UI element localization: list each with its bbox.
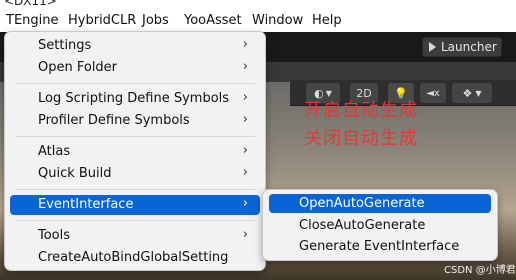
chevron-down-icon: ▼ [475, 88, 482, 98]
submenu-item-open-auto-generate[interactable]: OpenAutoGenerate [269, 194, 491, 213]
submenu-item-generate-eventinterface[interactable]: Generate EventInterface [269, 237, 491, 256]
menu-separator [15, 220, 255, 221]
menu-item-settings[interactable]: Settings › [10, 36, 260, 56]
layers-icon: ❖ [462, 86, 473, 100]
menu-item-log-scripting-define-symbols[interactable]: Log Scripting Define Symbols › [10, 89, 260, 109]
chevron-right-icon: › [242, 59, 248, 74]
effects-toggle-button[interactable]: ❖ ▼ [452, 83, 492, 103]
window-title-strip: <DX11> [0, 0, 516, 10]
menu-separator [15, 136, 255, 137]
menu-item-label: Open Folder [38, 60, 118, 75]
menu-item-quick-build[interactable]: Quick Build › [10, 164, 260, 184]
menubar-item-window[interactable]: Window [252, 13, 303, 28]
menu-bar: TEngine HybridCLR Jobs YooAsset Window H… [0, 10, 516, 32]
menu-item-label: Quick Build [38, 166, 112, 181]
play-icon [429, 42, 436, 52]
submenu-item-label: OpenAutoGenerate [299, 196, 425, 211]
menu-item-label: Profiler Define Symbols [38, 113, 190, 128]
menubar-item-hybridclr[interactable]: HybridCLR [68, 13, 136, 28]
menu-item-tools[interactable]: Tools › [10, 226, 260, 246]
menu-item-atlas[interactable]: Atlas › [10, 142, 260, 162]
menu-item-profiler-define-symbols[interactable]: Profiler Define Symbols › [10, 111, 260, 131]
submenu-item-label: CloseAutoGenerate [299, 218, 426, 233]
annotation-disable-autogen: 关闭自动生成 [304, 128, 418, 149]
annotation-enable-autogen: 开启自动生成 [304, 100, 418, 121]
chevron-right-icon: › [242, 165, 248, 180]
menu-item-label: CreateAutoBindGlobalSetting [38, 250, 229, 265]
menubar-item-tengine[interactable]: TEngine [6, 13, 59, 28]
chevron-right-icon: › [242, 112, 248, 127]
menu-separator [15, 189, 255, 190]
menu-item-create-autobind-global-setting[interactable]: CreateAutoBindGlobalSetting [10, 248, 260, 268]
audio-muted-icon: ◄x [426, 87, 440, 99]
chevron-right-icon: › [242, 196, 248, 211]
menubar-item-yooasset[interactable]: YooAsset [184, 13, 242, 28]
watermark-text: CSDN @小博君 [444, 265, 516, 276]
chevron-right-icon: › [242, 37, 248, 52]
chevron-right-icon: › [242, 90, 248, 105]
tengine-dropdown-menu: Settings › Open Folder › Log Scripting D… [4, 31, 266, 271]
menu-item-label: Atlas [38, 144, 71, 159]
eventinterface-submenu: OpenAutoGenerate CloseAutoGenerate Gener… [262, 189, 498, 261]
menu-item-label: EventInterface [38, 197, 134, 212]
submenu-item-label: Generate EventInterface [299, 239, 460, 254]
menu-item-label: Tools [38, 228, 71, 243]
menubar-item-help[interactable]: Help [312, 13, 342, 28]
menubar-item-jobs[interactable]: Jobs [142, 13, 169, 28]
submenu-item-close-auto-generate[interactable]: CloseAutoGenerate [269, 216, 491, 235]
window-title-text: <DX11> [4, 0, 57, 8]
menu-item-label: Log Scripting Define Symbols [38, 91, 230, 106]
chevron-right-icon: › [242, 143, 248, 158]
launcher-label: Launcher [441, 40, 497, 54]
chevron-right-icon: › [242, 227, 248, 242]
menu-item-open-folder[interactable]: Open Folder › [10, 58, 260, 78]
menu-item-eventinterface[interactable]: EventInterface › [10, 195, 260, 215]
menu-separator [15, 83, 255, 84]
launcher-button[interactable]: Launcher [422, 37, 502, 57]
menu-item-label: Settings [38, 38, 92, 53]
audio-toggle-button[interactable]: ◄x [420, 83, 446, 103]
